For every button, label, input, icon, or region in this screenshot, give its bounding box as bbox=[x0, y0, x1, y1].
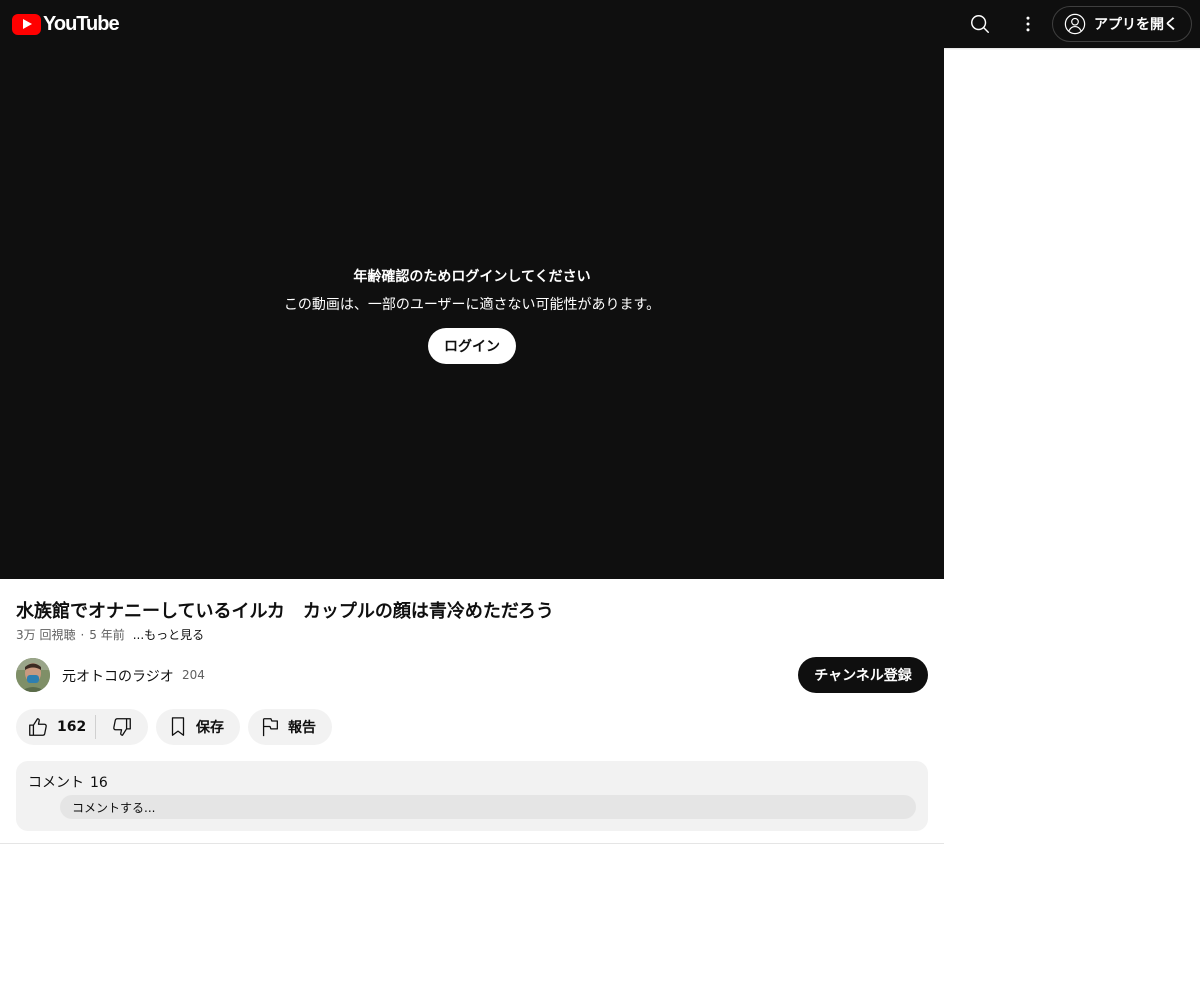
logo-text: YouTube bbox=[43, 12, 120, 35]
comments-label: コメント bbox=[28, 775, 84, 791]
avatar-image bbox=[16, 658, 50, 692]
youtube-logo[interactable]: YouTube bbox=[12, 12, 120, 36]
save-label: 保存 bbox=[196, 720, 224, 736]
more-options-button[interactable] bbox=[1010, 6, 1046, 42]
report-button[interactable]: 報告 bbox=[248, 709, 332, 745]
like-button[interactable]: 162 bbox=[16, 709, 95, 745]
age-restriction-message: この動画は、一部のユーザーに適さない可能性があります。 bbox=[283, 297, 661, 313]
section-divider bbox=[0, 843, 944, 844]
thumbs-down-icon bbox=[113, 718, 131, 736]
channel-avatar[interactable] bbox=[16, 658, 50, 692]
age-restriction-title: 年齢確認のためログインしてください bbox=[353, 269, 591, 285]
upload-age: 5 年前 bbox=[89, 628, 125, 642]
comments-section[interactable]: コメント 16 コメントする... bbox=[16, 761, 928, 831]
account-circle-icon bbox=[1064, 13, 1086, 35]
meta-separator: · bbox=[80, 627, 85, 642]
more-vert-icon bbox=[1026, 16, 1030, 32]
video-metadata: 3万 回視聴 · 5 年前 ...もっと見る bbox=[16, 626, 204, 643]
report-label: 報告 bbox=[288, 720, 316, 736]
show-more-link[interactable]: ...もっと見る bbox=[133, 626, 204, 643]
thumbs-up-icon bbox=[29, 718, 47, 736]
search-icon bbox=[971, 15, 989, 33]
youtube-play-logo-icon bbox=[12, 13, 41, 35]
channel-name[interactable]: 元オトコのラジオ bbox=[62, 666, 174, 686]
open-app-label: アプリを開く bbox=[1094, 17, 1178, 33]
video-title: 水族館でオナニーしているイルカ カップルの顔は青冷めただろう bbox=[16, 601, 554, 622]
top-app-bar: YouTube アプリを開く bbox=[0, 0, 1200, 48]
like-dislike-group: 162 bbox=[16, 709, 148, 745]
comments-header: コメント 16 bbox=[28, 772, 108, 792]
view-count: 3万 回視聴 bbox=[16, 628, 76, 642]
open-app-button[interactable]: アプリを開く bbox=[1052, 6, 1192, 42]
bookmark-icon bbox=[171, 717, 185, 736]
comment-input[interactable]: コメントする... bbox=[60, 795, 916, 819]
video-player[interactable]: 年齢確認のためログインしてください この動画は、一部のユーザーに適さない可能性が… bbox=[0, 48, 944, 579]
channel-row: 元オトコのラジオ 204 チャンネル登録 bbox=[16, 657, 928, 693]
dislike-button[interactable] bbox=[96, 709, 148, 745]
header-shadow bbox=[944, 48, 1200, 50]
like-count: 162 bbox=[57, 719, 87, 735]
subscriber-count: 204 bbox=[182, 668, 205, 682]
flag-icon bbox=[262, 718, 278, 737]
save-button[interactable]: 保存 bbox=[156, 709, 240, 745]
comments-count: 16 bbox=[90, 775, 108, 791]
search-button[interactable] bbox=[962, 6, 998, 42]
subscribe-button[interactable]: チャンネル登録 bbox=[798, 657, 928, 693]
login-button[interactable]: ログイン bbox=[428, 328, 516, 364]
